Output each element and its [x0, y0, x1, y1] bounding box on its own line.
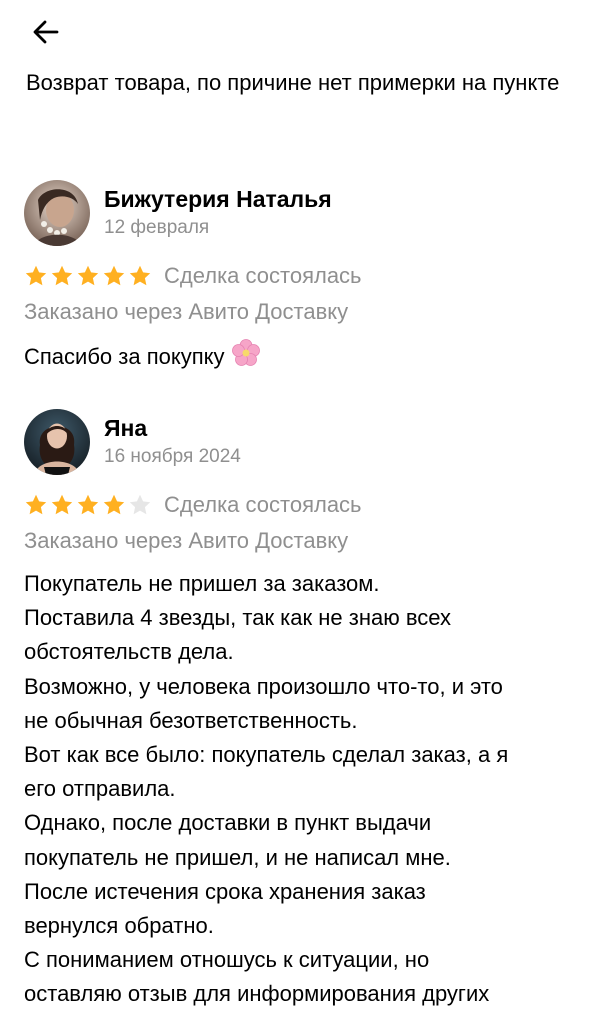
star-filled-icon	[103, 265, 125, 286]
review-text-line: не обычная безответственность.	[24, 707, 358, 733]
review-text-line: Покупатель не пришел за заказом.	[24, 571, 380, 596]
review-text-line: обстоятельств дела.	[24, 639, 234, 665]
star-filled-icon	[51, 265, 73, 286]
rating-row: Сделка состоялась	[24, 489, 362, 521]
review-author[interactable]: Яна	[104, 413, 147, 443]
review-text-line: Спасибо за покупку	[24, 343, 225, 369]
star-rating	[24, 264, 152, 288]
rating-row: Сделка состоялась	[24, 260, 362, 292]
review-text-line: С пониманием отношусь к ситуации, но	[24, 947, 430, 973]
review-card: Бижутерия Наталья 12 февраля Сделка сост…	[24, 180, 576, 380]
review-text: Спасибо за покупку	[24, 338, 576, 378]
review-text-line: покупатель не пришел, и не написал мне.	[24, 844, 451, 870]
review-card: Яна 16 ноября 2024 Сделка состоялась Зак…	[24, 409, 576, 1030]
back-button[interactable]	[28, 14, 64, 50]
review-text-line: После истечения срока хранения заказ	[24, 878, 426, 904]
star-filled-icon	[103, 494, 125, 515]
deal-status: Сделка состоялась	[164, 263, 362, 288]
review-author[interactable]: Бижутерия Наталья	[104, 184, 332, 214]
review-text: Покупатель не пришел за заказом. Постави…	[24, 567, 576, 1012]
star-filled-icon	[129, 265, 151, 286]
star-filled-icon	[25, 265, 47, 286]
delivery-note: Заказано через Авито Доставку	[24, 299, 349, 324]
deal-status: Сделка состоялась	[164, 492, 362, 517]
cherry-blossom-icon	[231, 338, 261, 378]
star-filled-icon	[51, 494, 73, 515]
star-filled-icon	[77, 494, 99, 515]
avatar[interactable]	[24, 409, 90, 475]
review-text-line: Поставила 4 звезды, так как не знаю всех	[24, 605, 452, 631]
review-text-line: его отправила.	[24, 776, 176, 802]
star-rating	[24, 493, 152, 517]
review-text-line: Возможно, у человека произошло что-то, и…	[24, 673, 503, 699]
star-filled-icon	[77, 265, 99, 286]
delivery-note: Заказано через Авито Доставку	[24, 528, 349, 553]
review-intro-text: Возврат товара, по причине нет примерки …	[26, 70, 560, 95]
review-date: 12 февраля	[104, 217, 210, 238]
review-text-line: Вот как все было: покупатель сделал зака…	[24, 742, 509, 768]
star-filled-icon	[25, 494, 47, 515]
arrow-left-icon	[33, 20, 59, 44]
star-empty-icon	[129, 494, 151, 515]
review-text-line: вернулся обратно.	[24, 913, 214, 939]
review-text-line: оставляю отзыв для информирования других	[24, 981, 490, 1007]
review-text-line: Однако, после доставки в пункт выдачи	[24, 810, 432, 836]
avatar[interactable]	[24, 180, 90, 246]
review-date: 16 ноября 2024	[104, 446, 241, 467]
